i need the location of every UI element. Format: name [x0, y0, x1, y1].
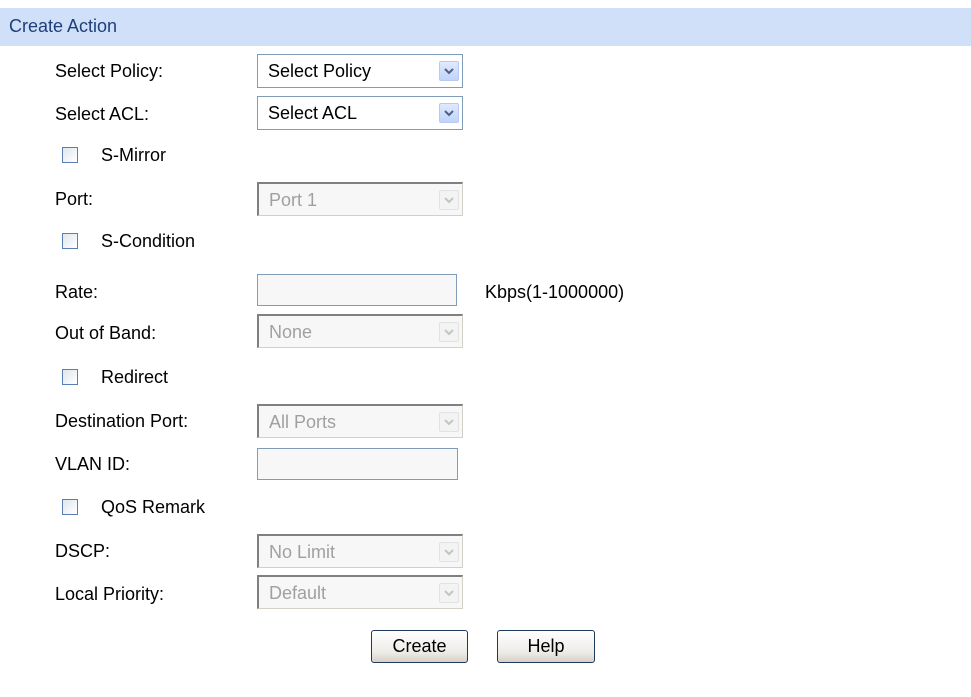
destination-port-label: Destination Port: — [55, 411, 189, 431]
select-acl-value: Select ACL — [268, 103, 358, 123]
chevron-down-icon — [439, 190, 459, 210]
port-dropdown[interactable]: Port 1 — [257, 182, 463, 216]
rate-unit: Kbps(1-1000000) — [485, 282, 625, 302]
port-value: Port 1 — [269, 190, 318, 210]
rate-label: Rate: — [55, 282, 99, 302]
s-condition-label: S-Condition — [101, 230, 196, 251]
help-button[interactable]: Help — [497, 630, 595, 663]
create-button[interactable]: Create — [371, 630, 468, 663]
redirect-row: Redirect — [62, 366, 168, 388]
chevron-down-icon — [439, 583, 459, 603]
local-priority-value: Default — [269, 583, 327, 603]
s-mirror-label: S-Mirror — [101, 144, 166, 165]
local-priority-label: Local Priority: — [55, 584, 165, 604]
create-action-panel: Create Action Select Policy: Select Poli… — [0, 0, 971, 697]
rate-input[interactable] — [257, 274, 457, 306]
select-policy-value: Select Policy — [268, 61, 372, 81]
out-of-band-value: None — [269, 322, 313, 342]
s-mirror-row: S-Mirror — [62, 144, 166, 166]
qos-remark-label: QoS Remark — [101, 496, 206, 517]
port-label: Port: — [55, 189, 94, 209]
redirect-label: Redirect — [101, 366, 169, 387]
vlan-id-input[interactable] — [257, 448, 458, 480]
vlan-id-label: VLAN ID: — [55, 454, 131, 474]
local-priority-dropdown[interactable]: Default — [257, 575, 463, 609]
destination-port-dropdown[interactable]: All Ports — [257, 404, 463, 438]
qos-remark-row: QoS Remark — [62, 496, 205, 518]
dscp-label: DSCP: — [55, 541, 111, 561]
destination-port-value: All Ports — [269, 412, 337, 432]
select-acl-dropdown[interactable]: Select ACL — [257, 96, 463, 130]
select-policy-dropdown[interactable]: Select Policy — [257, 54, 463, 88]
out-of-band-label: Out of Band: — [55, 323, 157, 343]
s-condition-row: S-Condition — [62, 230, 195, 252]
redirect-checkbox[interactable] — [62, 369, 78, 385]
out-of-band-dropdown[interactable]: None — [257, 314, 463, 348]
chevron-down-icon — [439, 322, 459, 342]
dscp-value: No Limit — [269, 542, 336, 562]
qos-remark-checkbox[interactable] — [62, 499, 78, 515]
chevron-down-icon — [439, 412, 459, 432]
chevron-down-icon[interactable] — [439, 61, 459, 81]
dscp-dropdown[interactable]: No Limit — [257, 534, 463, 568]
panel-title: Create Action — [9, 16, 118, 36]
chevron-down-icon[interactable] — [439, 103, 459, 123]
panel-header: Create Action — [0, 8, 971, 46]
select-acl-label: Select ACL: — [55, 104, 150, 124]
select-policy-label: Select Policy: — [55, 61, 164, 81]
s-mirror-checkbox[interactable] — [62, 147, 78, 163]
s-condition-checkbox[interactable] — [62, 233, 78, 249]
chevron-down-icon — [439, 542, 459, 562]
